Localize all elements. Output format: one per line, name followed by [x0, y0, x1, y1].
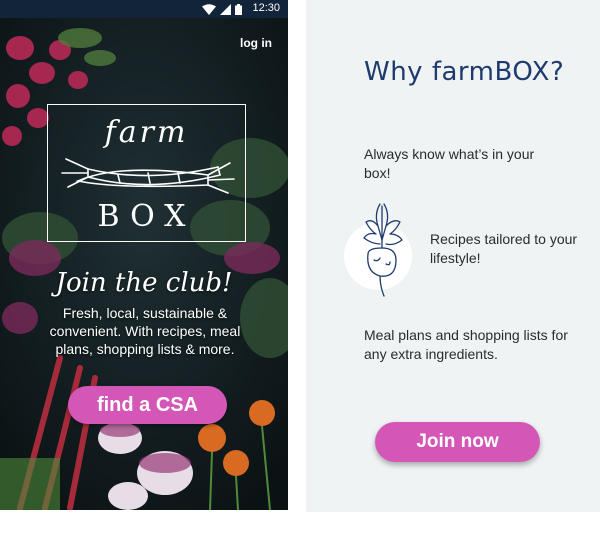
why-farmbox-screen: Why farmBOX? Always know what’s in your …	[306, 0, 600, 512]
signal-icon	[220, 3, 231, 15]
clock: 12:30	[252, 2, 280, 14]
wifi-icon	[202, 3, 216, 15]
find-csa-button[interactable]: find a CSA	[68, 386, 227, 424]
carrots-icon	[61, 158, 235, 194]
beet-icon	[363, 203, 403, 297]
farmbox-logo: farm BOX	[47, 104, 246, 242]
vegetable-background-image	[0, 18, 288, 510]
logo-word-box: BOX	[97, 199, 196, 234]
page-title: Why farmBOX?	[364, 57, 565, 87]
battery-icon	[235, 3, 242, 15]
feature-text: Always know what’s in your box!	[364, 146, 535, 181]
join-now-button[interactable]: Join now	[375, 422, 540, 462]
logo-word-farm: farm	[104, 115, 189, 150]
headline: Join the club!	[55, 268, 233, 298]
landing-screen: 12:30 log in farm BOX Join the club! Fre…	[0, 0, 288, 510]
feature-text: Meal plans and shopping lists for any ex…	[364, 327, 568, 362]
status-icons	[202, 3, 242, 15]
login-link[interactable]: log in	[240, 36, 272, 50]
status-bar: 12:30	[0, 0, 288, 18]
feature-text: Recipes tailored to your lifestyle!	[430, 231, 578, 266]
tagline: Fresh, local, sustainable & convenient. …	[49, 305, 241, 357]
